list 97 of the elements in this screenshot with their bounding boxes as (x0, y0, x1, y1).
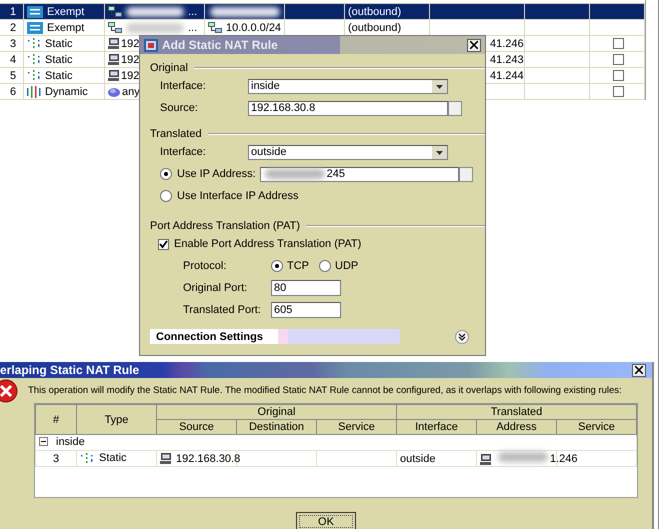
address-text: 1.246 (550, 453, 578, 465)
rule-type: Static (45, 70, 73, 82)
network-icon (108, 22, 122, 34)
close-icon (635, 366, 643, 374)
address-text: 192 (121, 70, 140, 82)
address-text: 41.244 (490, 70, 524, 82)
rule-type: Static (45, 38, 73, 50)
computer-icon (480, 454, 491, 465)
radio-button[interactable] (160, 190, 172, 202)
row-number: 6 (10, 86, 16, 98)
address-text: 192.168.30.8 (176, 452, 240, 464)
field-label: Protocol: (183, 260, 228, 272)
checkbox[interactable] (158, 238, 169, 250)
radio-button[interactable] (319, 260, 331, 272)
dropdown[interactable]: inside (248, 78, 448, 94)
address-text: 41.243 (490, 54, 524, 66)
row-number: 3 (10, 38, 16, 50)
checkbox[interactable] (613, 54, 624, 65)
input-field[interactable]: 192.168.30.8 (248, 100, 448, 116)
column-group-header: Translated (396, 404, 636, 420)
rule-type: Exempt (47, 6, 84, 18)
app-icon (144, 38, 158, 52)
checkbox[interactable] (613, 38, 624, 49)
close-button[interactable] (632, 364, 646, 376)
field-label: Source: (160, 102, 199, 114)
expand-icon[interactable] (455, 330, 469, 344)
radio-button[interactable] (271, 260, 283, 272)
address-text: 192 (121, 54, 140, 66)
row-number: 5 (10, 70, 16, 82)
collapse-toggle-icon[interactable] (39, 437, 48, 446)
rule-type: Dynamic (45, 86, 88, 98)
error-message: This operation will modify the Static NAT Rule. The modified Static NAT Rule cannot be configured, as it overlaps with following existing rules: (28, 385, 622, 396)
row-number: 4 (10, 54, 16, 66)
network-icon (208, 22, 222, 34)
computer-icon (108, 54, 119, 65)
table-row[interactable]: 1 Exempt ... (outbound) (0, 4, 645, 20)
collapsible-header[interactable]: Connection Settings (150, 329, 400, 344)
radio-button[interactable] (160, 168, 172, 180)
field-label: Use IP Address: (177, 168, 256, 180)
list-icon (27, 22, 43, 34)
column-header: Service (556, 420, 636, 434)
section-title: Original (150, 62, 188, 74)
address-text: ... (188, 6, 198, 18)
cloud-icon (108, 86, 120, 96)
window-title: Add Static NAT Rule (162, 38, 279, 52)
input-field[interactable]: 245 (260, 166, 459, 182)
address-text: any (122, 86, 140, 98)
computer-icon (160, 453, 171, 464)
field-label: Interface: (160, 80, 207, 92)
field-label: Interface: (160, 146, 207, 158)
field-label: Translated Port: (183, 304, 262, 316)
row-number: 3 (52, 452, 60, 464)
window-title: erlaping Static NAT Rule (0, 363, 140, 377)
interface-text: outside (400, 452, 436, 464)
check-icon (159, 240, 168, 248)
input-field[interactable]: 605 (271, 302, 341, 318)
rule-type: Static (45, 54, 73, 66)
row-number: 2 (10, 22, 16, 34)
option-label: UDP (335, 260, 358, 272)
computer-icon (108, 38, 119, 49)
network-icon (108, 6, 122, 18)
ok-button[interactable]: OK (296, 512, 356, 529)
column-header: Interface (396, 420, 476, 434)
rule-type: Exempt (47, 22, 84, 34)
address-text: 10.0.0.0/24 (226, 22, 282, 34)
field-label: Enable Port Address Translation (PAT) (174, 238, 362, 250)
browse-button[interactable] (458, 166, 473, 182)
column-header: # (36, 404, 76, 434)
option-label: TCP (287, 260, 309, 272)
address-text: ... (188, 22, 198, 34)
column-header: Service (316, 420, 396, 434)
rule-type: Static (99, 452, 127, 464)
list-icon (27, 6, 43, 18)
browse-button[interactable] (448, 100, 462, 116)
group-label: inside (56, 436, 85, 448)
address-text: 41.246 (490, 38, 524, 50)
input-field[interactable]: 80 (271, 280, 341, 296)
section-title: Port Address Translation (PAT) (150, 220, 300, 232)
direction-text: (outbound) (348, 22, 402, 34)
checkbox[interactable] (613, 86, 624, 97)
error-icon (0, 378, 18, 402)
section-title: Translated (150, 128, 202, 140)
close-icon (470, 41, 478, 49)
column-header: Source (156, 420, 236, 434)
address-text: 192 (121, 38, 140, 50)
column-header: Destination (236, 420, 316, 434)
computer-icon (108, 70, 119, 81)
direction-text: (outbound) (348, 6, 402, 18)
field-label: Use Interface IP Address (177, 190, 298, 202)
dropdown[interactable]: outside (248, 144, 448, 160)
close-button[interactable] (467, 38, 481, 52)
row-number: 1 (10, 6, 16, 18)
column-header: Type (76, 404, 156, 434)
column-header: Address (476, 420, 556, 434)
column-group-header: Original (156, 404, 396, 420)
checkbox[interactable] (613, 70, 624, 81)
field-label: Original Port: (183, 282, 248, 294)
